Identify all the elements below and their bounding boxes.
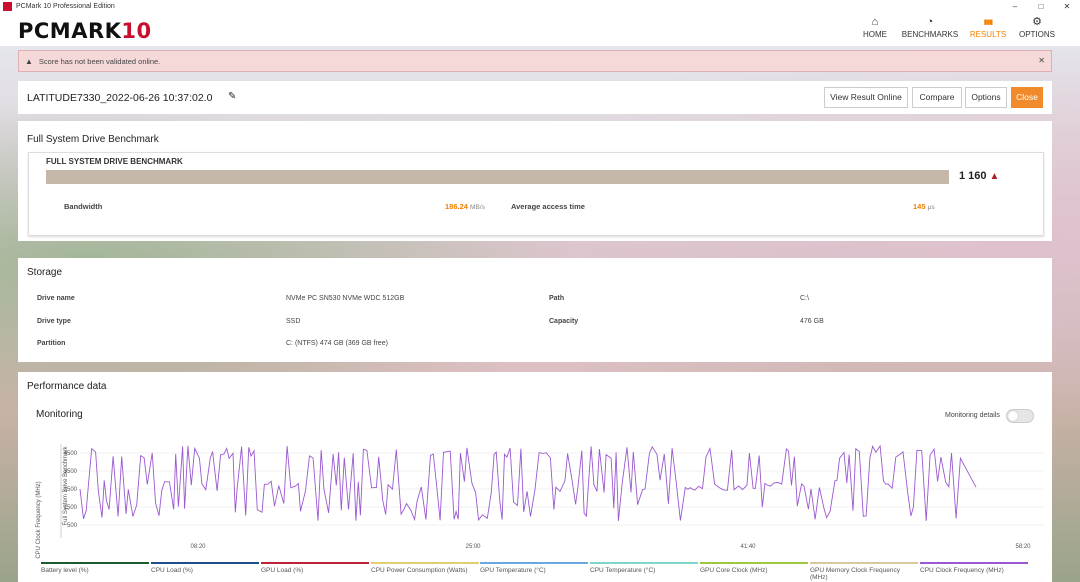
legend-label: GPU Memory Clock Frequency (MHz): [810, 567, 900, 581]
minimize-button[interactable]: –: [1002, 0, 1028, 13]
partition-value: C: (NTFS) 474 GB (369 GB free): [286, 340, 388, 347]
legend-item[interactable]: CPU Temperature (°C): [590, 562, 698, 574]
maximize-button[interactable]: □: [1028, 0, 1054, 13]
legend-item[interactable]: CPU Load (%): [151, 562, 259, 574]
access-time-value: 145 μs: [913, 202, 935, 211]
cpu-clock-series: [79, 444, 977, 522]
nav-benchmarks[interactable]: ◔ BENCHMARKS: [900, 15, 960, 39]
capacity-value: 476 GB: [800, 318, 824, 325]
options-button[interactable]: Options: [965, 87, 1007, 108]
legend-swatch: [371, 562, 479, 564]
legend-item[interactable]: Battery level (%): [41, 562, 149, 574]
score-warning-icon: ▲: [989, 171, 1000, 182]
legend-label: CPU Clock Frequency (MHz): [920, 567, 1004, 574]
chart-y-axis-label: CPU Clock Frequency (MHz): [36, 481, 42, 558]
gear-icon: ⚙: [1032, 16, 1042, 28]
path-label: Path: [549, 295, 565, 302]
partition-label: Partition: [37, 340, 66, 347]
warning-close-icon[interactable]: ✕: [1038, 56, 1045, 65]
benchmark-section-title: Full System Drive Benchmark: [27, 134, 159, 145]
legend-label: GPU Load (%): [261, 567, 304, 574]
window-close-button[interactable]: ✕: [1054, 0, 1080, 13]
legend-item[interactable]: GPU Memory Clock Frequency (MHz): [810, 562, 918, 581]
window-title: PCMark 10 Professional Edition: [16, 3, 115, 10]
legend-swatch: [41, 562, 149, 564]
window-titlebar: PCMark 10 Professional Edition – □ ✕: [0, 0, 1080, 13]
legend-label: GPU Core Clock (MHz): [700, 567, 768, 574]
nav-options[interactable]: ⚙ OPTIONS: [1016, 15, 1058, 39]
x-tick-label: 58:20: [1015, 544, 1031, 550]
legend-label: GPU Temperature (°C): [480, 567, 546, 574]
legend-swatch: [480, 562, 588, 564]
legend-item[interactable]: CPU Clock Frequency (MHz): [920, 562, 1028, 574]
pcmark-logo: PCMARK10: [18, 19, 152, 43]
x-tick-label: 41:40: [740, 544, 756, 550]
access-time-label: Average access time: [511, 202, 585, 211]
warning-text: Score has not been validated online.: [38, 56, 161, 66]
chart-annotation: Full System Drive Benchmark: [63, 445, 69, 525]
drive-type-label: Drive type: [37, 318, 71, 325]
chart-x-ticks: 08:20 25:00 41:40 58:20: [190, 544, 1031, 550]
legend-swatch: [590, 562, 698, 564]
compare-button[interactable]: Compare: [912, 87, 962, 108]
result-name: LATITUDE7330_2022-06-26 10:37:02.0: [27, 92, 213, 104]
nav-benchmarks-label: BENCHMARKS: [901, 30, 959, 39]
y-tick-label: 2500: [64, 487, 78, 493]
bar-chart-icon: ▮▮▮: [983, 19, 994, 26]
legend-swatch: [700, 562, 808, 564]
bandwidth-value: 186.24 MB/s: [445, 202, 485, 211]
monitoring-chart: CPU Clock Frequency (MHz) Full System Dr…: [36, 444, 1044, 559]
app-icon: [3, 2, 12, 11]
pencil-icon[interactable]: ✎: [228, 91, 236, 102]
legend-item[interactable]: CPU Power Consumption (Watts): [371, 562, 479, 574]
drive-name-value: NVMe PC SN530 NVMe WDC 512GB: [286, 295, 405, 302]
x-tick-label: 25:00: [465, 544, 481, 550]
nav-options-label: OPTIONS: [1018, 30, 1055, 39]
drive-type-value: SSD: [286, 318, 301, 325]
storage-section-title: Storage: [27, 267, 63, 278]
legend-label: Battery level (%): [41, 567, 89, 574]
legend-swatch: [151, 562, 259, 564]
performance-panel: Performance data Monitoring Monitoring d…: [18, 372, 1052, 582]
close-result-button[interactable]: Close: [1011, 87, 1043, 108]
benchmark-card: FULL SYSTEM DRIVE BENCHMARK 1 160 ▲ Bandw…: [28, 152, 1044, 236]
legend-swatch: [920, 562, 1028, 564]
capacity-label: Capacity: [549, 318, 579, 325]
home-icon: ⌂: [871, 16, 879, 28]
nav-results-label: RESULTS: [969, 30, 1007, 39]
legend-item[interactable]: GPU Core Clock (MHz): [700, 562, 808, 574]
drive-name-label: Drive name: [37, 295, 75, 302]
nav-home-label: HOME: [863, 30, 887, 39]
app-header: PCMARK10 ⌂ HOME ◔ BENCHMARKS ▮▮▮ RESULTS…: [0, 13, 1080, 46]
nav-results[interactable]: ▮▮▮ RESULTS: [968, 15, 1008, 39]
legend-label: CPU Load (%): [151, 567, 193, 574]
path-value: C:\: [800, 295, 809, 302]
legend-swatch: [810, 562, 918, 564]
view-result-online-button[interactable]: View Result Online: [824, 87, 908, 108]
gauge-icon: ◔: [926, 16, 934, 28]
y-tick-label: 500: [67, 523, 78, 529]
validation-warning: ▲ Score has not been validated online. ✕: [18, 50, 1052, 72]
legend-item[interactable]: GPU Load (%): [261, 562, 369, 574]
benchmark-panel: Full System Drive Benchmark FULL SYSTEM …: [18, 121, 1052, 241]
legend-label: CPU Power Consumption (Watts): [371, 567, 468, 574]
y-tick-label: 3500: [64, 469, 78, 475]
legend-item[interactable]: GPU Temperature (°C): [480, 562, 588, 574]
chart-grid: [80, 452, 1044, 526]
storage-panel: Storage Drive name NVMe PC SN530 NVMe WD…: [18, 258, 1052, 362]
bandwidth-label: Bandwidth: [64, 202, 103, 211]
y-tick-label: 4500: [64, 451, 78, 457]
legend-label: CPU Temperature (°C): [590, 567, 656, 574]
benchmark-card-label: FULL SYSTEM DRIVE BENCHMARK: [46, 157, 183, 166]
nav-home[interactable]: ⌂ HOME: [858, 15, 892, 39]
warning-icon: ▲: [25, 56, 33, 66]
y-tick-label: 1500: [64, 505, 78, 511]
x-tick-label: 08:20: [190, 544, 206, 550]
benchmark-score: 1 160 ▲: [959, 170, 1000, 182]
score-bar: [46, 170, 949, 184]
result-header: LATITUDE7330_2022-06-26 10:37:02.0 ✎ Vie…: [18, 81, 1052, 114]
legend-swatch: [261, 562, 369, 564]
